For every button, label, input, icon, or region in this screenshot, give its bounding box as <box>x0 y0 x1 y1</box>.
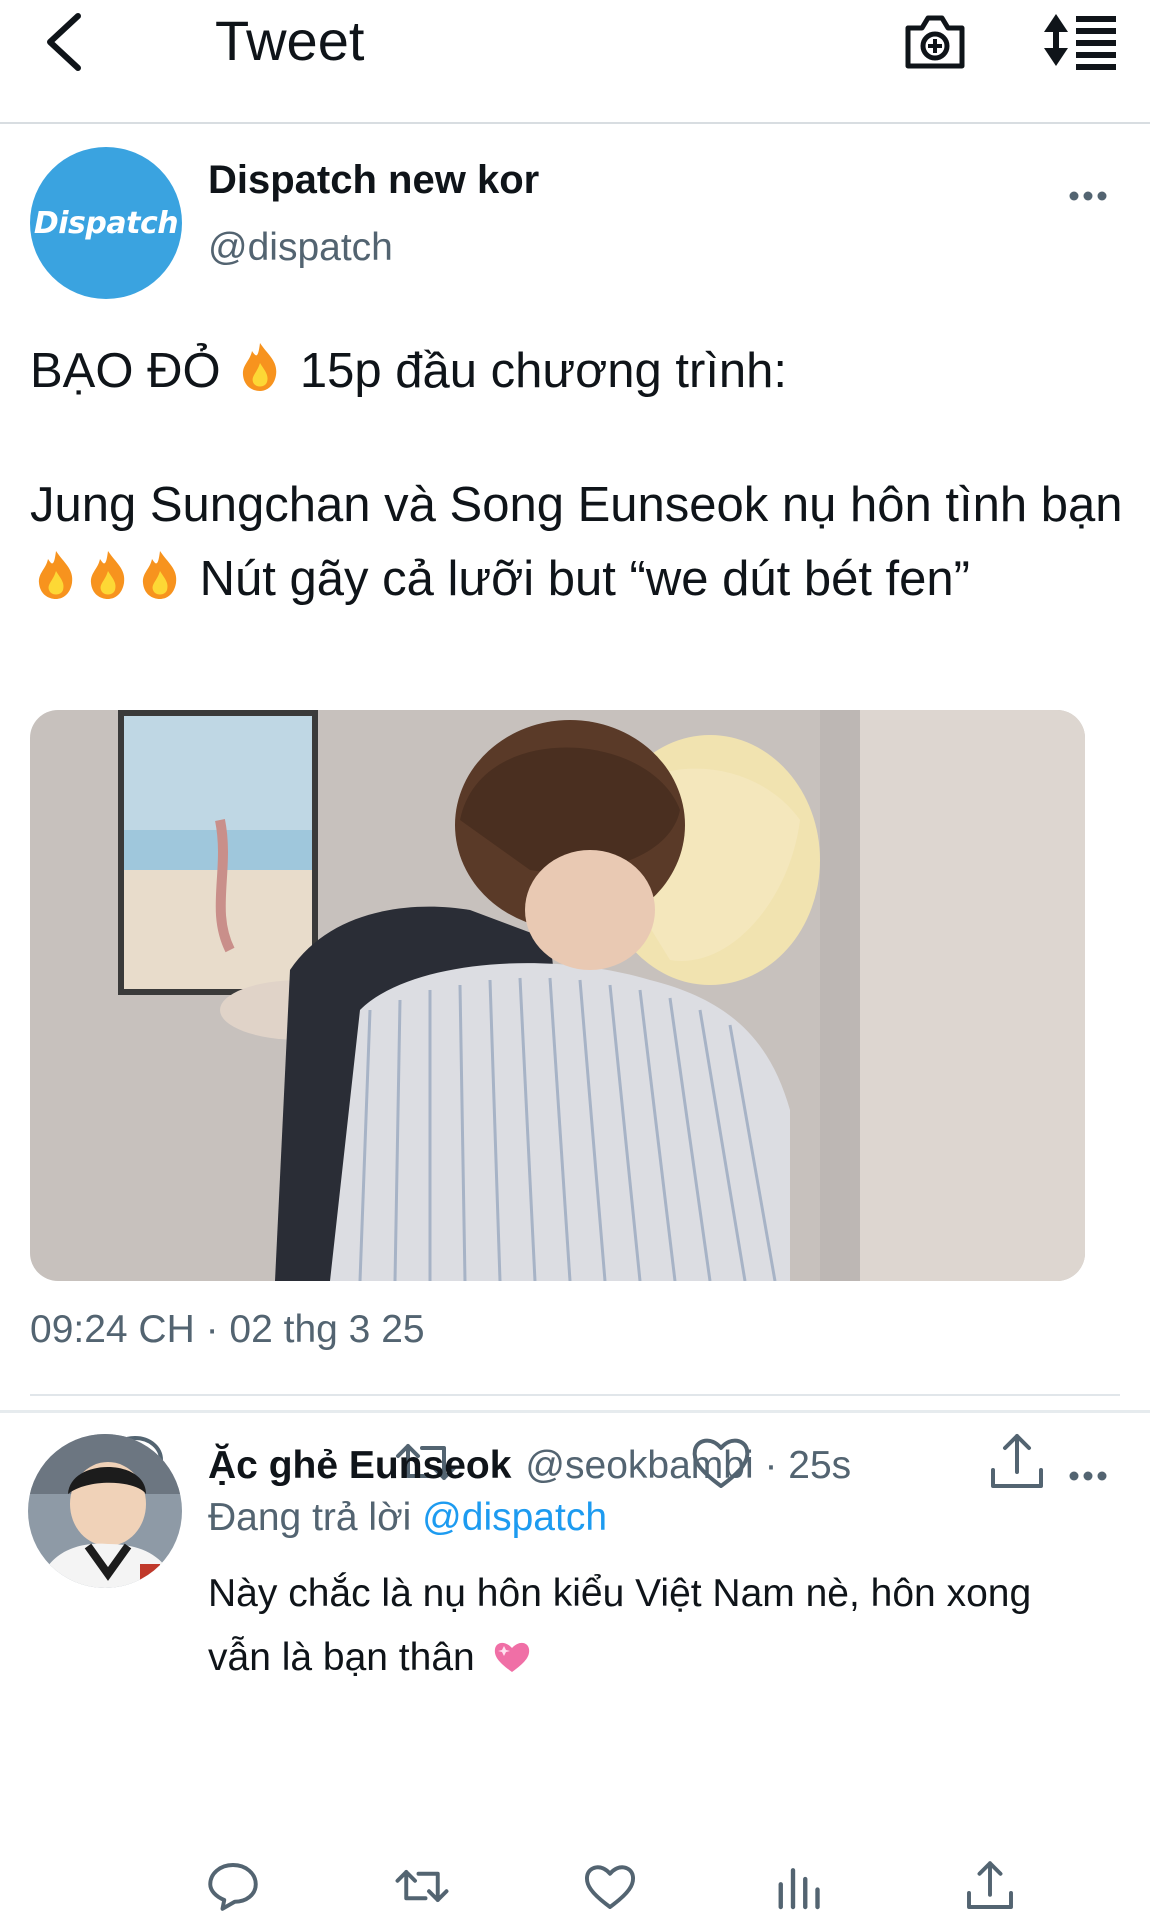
reply-time[interactable]: 25s <box>788 1444 851 1487</box>
fire-emoji-icon <box>243 343 277 391</box>
author-name[interactable]: Dispatch new kor <box>208 156 539 204</box>
sparkling-heart-emoji-icon <box>494 1642 529 1672</box>
avatar-logo-text: Dispatch <box>33 205 179 241</box>
tweet-text-part: Nút gãy cả lưỡi but “we dút bét fen” <box>199 552 970 606</box>
tweet-timestamp[interactable]: 09:24 CH · 02 thg 3 25 <box>30 1308 425 1352</box>
reply-icon[interactable] <box>205 1858 261 1914</box>
tweet-text-part: 15p đầu chương trình: <box>299 344 788 398</box>
tweet-text-part: BẠO ĐỎ <box>30 344 221 398</box>
sort-replies-icon[interactable] <box>1040 8 1120 72</box>
more-options-icon[interactable] <box>1068 186 1108 206</box>
fire-emoji-icon <box>90 551 125 599</box>
reply-author-name[interactable]: Ặc ghẻ Eunseok <box>208 1444 511 1487</box>
reply-text-body: Này chắc là nụ hôn kiểu Việt Nam nè, hôn… <box>208 1572 1032 1679</box>
meta-separator: · <box>753 1444 789 1487</box>
replying-to-mention[interactable]: @dispatch <box>422 1496 607 1539</box>
share-icon[interactable] <box>962 1858 1018 1914</box>
tweet-text-part: Jung Sungchan và Song Eunseok nụ hôn tìn… <box>30 478 1123 532</box>
fire-emoji-icon <box>38 551 73 599</box>
reply-tweet[interactable]: Ặc ghẻ Eunseok @seokbambi · 25s Đang trả … <box>0 1418 1150 1920</box>
back-arrow-icon[interactable] <box>40 10 90 74</box>
analytics-icon[interactable] <box>772 1858 828 1914</box>
divider <box>0 1410 1150 1413</box>
reply-header: Ặc ghẻ Eunseok @seokbambi · 25s <box>208 1442 851 1490</box>
tweet-text: BẠO ĐỎ 15p đầu chương trình: Jung Sungch… <box>30 334 1130 616</box>
author-handle[interactable]: @dispatch <box>208 224 393 272</box>
retweet-icon[interactable] <box>394 1858 450 1914</box>
avatar[interactable] <box>28 1434 182 1588</box>
reply-author-handle[interactable]: @seokbambi <box>525 1444 753 1487</box>
page-title: Tweet <box>215 9 365 72</box>
tweet-media-photo[interactable] <box>30 710 1085 1281</box>
like-heart-icon[interactable] <box>582 1858 638 1914</box>
more-options-icon[interactable] <box>1068 1466 1108 1486</box>
replying-to-label: Đang trả lời <box>208 1496 423 1539</box>
avatar[interactable]: Dispatch <box>30 147 182 299</box>
camera-add-icon[interactable] <box>902 10 968 72</box>
divider <box>30 1394 1120 1396</box>
replying-to-line: Đang trả lời @dispatch <box>208 1494 607 1542</box>
fire-emoji-icon <box>142 551 177 599</box>
reply-text: Này chắc là nụ hôn kiểu Việt Nam nè, hôn… <box>208 1562 1088 1690</box>
top-bar: Tweet <box>0 0 1150 124</box>
